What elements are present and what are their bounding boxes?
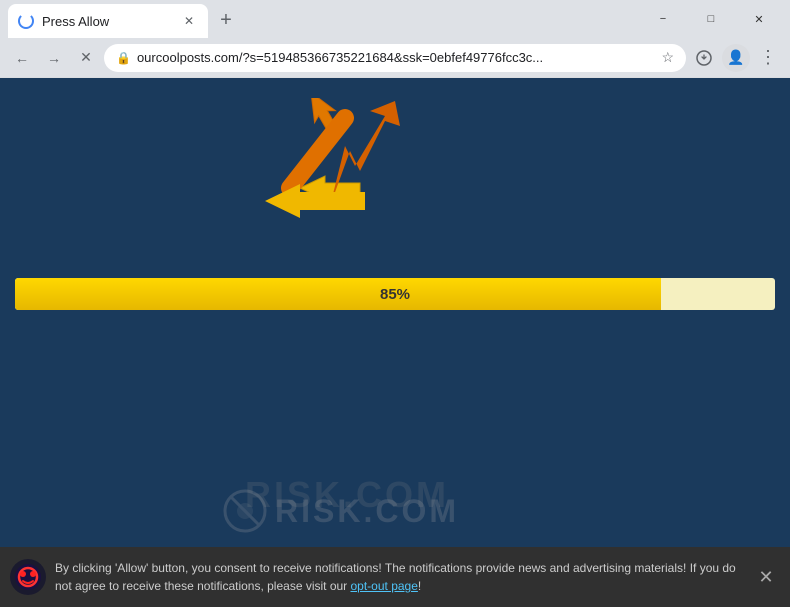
- profile-button[interactable]: 👤: [722, 44, 750, 72]
- tab-close-button[interactable]: ✕: [180, 12, 198, 30]
- url-text: ourcoolposts.com/?s=519485366735221684&s…: [137, 50, 655, 65]
- forward-button[interactable]: →: [40, 44, 68, 72]
- window-close-button[interactable]: ✕: [736, 4, 782, 34]
- notification-banner: By clicking 'Allow' button, you consent …: [0, 547, 790, 607]
- lock-icon: 🔒: [116, 51, 131, 65]
- svg-text:RISK.COM: RISK.COM: [245, 474, 449, 515]
- directional-arrows: [255, 96, 415, 236]
- watermark: RISK.COM: [245, 462, 545, 527]
- notification-text: By clicking 'Allow' button, you consent …: [55, 559, 750, 595]
- more-options-icon: ⋮: [759, 47, 777, 68]
- url-bar[interactable]: 🔒 ourcoolposts.com/?s=519485366735221684…: [104, 44, 686, 72]
- back-icon: ←: [15, 50, 29, 66]
- back-button[interactable]: ←: [8, 44, 36, 72]
- orange-arrow-up: [260, 98, 380, 223]
- notification-close-button[interactable]: ✕: [752, 563, 780, 591]
- tab-spinner: [18, 13, 34, 29]
- maximize-button[interactable]: □: [688, 4, 734, 34]
- download-icon[interactable]: [690, 44, 718, 72]
- minimize-button[interactable]: −: [640, 4, 686, 34]
- profile-icon: 👤: [727, 49, 744, 66]
- tab-bar: Press Allow ✕ + − □ ✕: [0, 0, 790, 38]
- page-content: 85% RISK.COM RISK.COM: [0, 78, 790, 607]
- opt-out-link[interactable]: opt-out page: [351, 579, 418, 593]
- menu-button[interactable]: ⋮: [754, 44, 782, 72]
- reload-icon: ✕: [80, 49, 92, 66]
- arrow-indicators: [240, 98, 440, 253]
- bookmark-icon[interactable]: ☆: [661, 49, 674, 66]
- reload-button[interactable]: ✕: [72, 44, 100, 72]
- new-tab-button[interactable]: +: [212, 6, 240, 34]
- notification-site-icon: [10, 559, 46, 595]
- progress-label: 85%: [15, 278, 775, 310]
- svg-text:RISK.COM: RISK.COM: [275, 493, 459, 529]
- progress-bar-container: 85%: [15, 278, 775, 310]
- risk-watermark: RISK.COM: [0, 484, 790, 539]
- chrome-window: Press Allow ✕ + − □ ✕ ← → ✕ 🔒 ourcoolpos…: [0, 0, 790, 607]
- forward-icon: →: [47, 50, 61, 66]
- address-bar: ← → ✕ 🔒 ourcoolposts.com/?s=519485366735…: [0, 38, 790, 78]
- window-controls: − □ ✕: [640, 4, 782, 34]
- tab-title: Press Allow: [42, 14, 172, 29]
- active-tab[interactable]: Press Allow ✕: [8, 4, 208, 38]
